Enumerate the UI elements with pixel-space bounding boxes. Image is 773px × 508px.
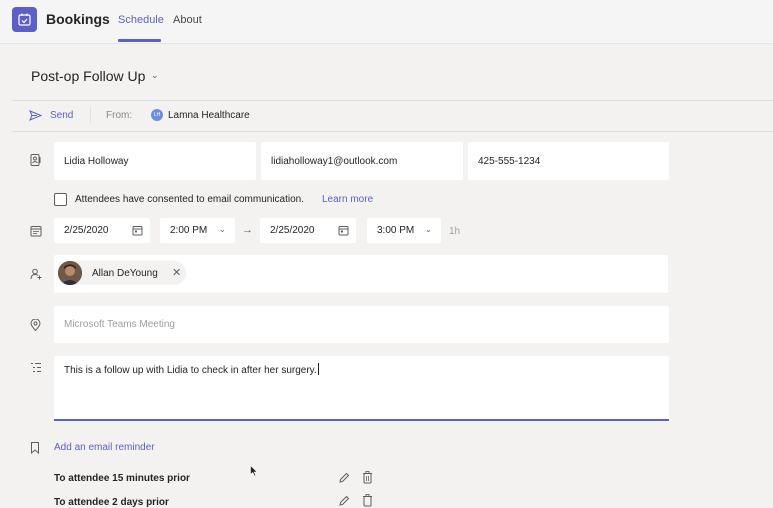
send-button[interactable]: Send bbox=[50, 110, 73, 121]
bookings-app-icon[interactable] bbox=[12, 7, 37, 32]
divider bbox=[12, 100, 773, 101]
app-header: Bookings Schedule About bbox=[0, 0, 773, 44]
reminder-item: To attendee 2 days prior bbox=[54, 497, 169, 508]
calendar-icon[interactable] bbox=[338, 225, 349, 239]
page-title[interactable]: Post-op Follow Up bbox=[31, 68, 145, 84]
end-date-value: 2/25/2020 bbox=[270, 225, 315, 236]
toolbar-separator bbox=[90, 107, 91, 123]
chevron-down-icon[interactable]: ⌄ bbox=[219, 225, 226, 234]
calendar-icon[interactable] bbox=[132, 225, 143, 239]
reminder-item: To attendee 15 minutes prior bbox=[54, 473, 190, 484]
customer-name-field[interactable]: Lidia Holloway bbox=[54, 142, 256, 180]
notes-text: This is a follow up with Lidia to check … bbox=[64, 363, 319, 376]
tab-about[interactable]: About bbox=[173, 14, 202, 26]
location-field[interactable]: Microsoft Teams Meeting bbox=[54, 306, 669, 343]
staff-chip[interactable]: Allan DeYoung ✕ bbox=[58, 261, 186, 285]
app-title: Bookings bbox=[46, 11, 110, 27]
start-date-value: 2/25/2020 bbox=[64, 225, 109, 236]
calendar-icon bbox=[30, 225, 42, 240]
mouse-pointer-icon bbox=[250, 464, 258, 480]
end-time-value: 3:00 PM bbox=[377, 225, 415, 236]
chevron-down-icon[interactable]: ⌄ bbox=[151, 70, 159, 81]
tab-schedule[interactable]: Schedule bbox=[118, 14, 164, 26]
delete-trash-icon[interactable] bbox=[362, 471, 373, 487]
close-icon[interactable]: ✕ bbox=[172, 266, 181, 279]
learn-more-link[interactable]: Learn more bbox=[322, 194, 373, 205]
staff-name: Allan DeYoung bbox=[92, 268, 158, 279]
add-email-reminder-link[interactable]: Add an email reminder bbox=[54, 442, 155, 453]
email-consent-label: Attendees have consented to email commun… bbox=[75, 194, 305, 205]
active-tab-indicator bbox=[118, 39, 161, 42]
text-caret bbox=[317, 363, 319, 375]
duration-label: 1h bbox=[449, 226, 461, 237]
location-pin-icon bbox=[30, 318, 41, 334]
business-avatar: LH bbox=[151, 109, 163, 121]
add-person-icon bbox=[30, 268, 42, 283]
staff-avatar bbox=[58, 261, 82, 285]
start-time-value: 2:00 PM bbox=[170, 225, 208, 236]
location-placeholder: Microsoft Teams Meeting bbox=[64, 319, 175, 330]
chevron-down-icon[interactable]: ⌄ bbox=[425, 225, 432, 234]
from-label: From: bbox=[106, 110, 133, 121]
delete-trash-icon[interactable] bbox=[362, 494, 373, 508]
bookmark-icon bbox=[30, 442, 40, 457]
arrow-right-icon: → bbox=[242, 224, 253, 236]
notes-list-icon bbox=[30, 362, 42, 376]
from-business-name[interactable]: Lamna Healthcare bbox=[168, 110, 250, 121]
customer-phone-field[interactable]: 425-555-1234 bbox=[468, 142, 669, 180]
send-icon[interactable] bbox=[29, 110, 43, 124]
contact-card-icon bbox=[30, 154, 41, 169]
divider bbox=[12, 131, 773, 132]
notes-textarea[interactable]: This is a follow up with Lidia to check … bbox=[54, 356, 669, 421]
edit-pencil-icon[interactable] bbox=[338, 472, 350, 487]
email-consent-checkbox[interactable] bbox=[54, 193, 67, 206]
customer-email-field[interactable]: lidiaholloway1@outlook.com bbox=[261, 142, 463, 180]
edit-pencil-icon[interactable] bbox=[338, 495, 350, 508]
